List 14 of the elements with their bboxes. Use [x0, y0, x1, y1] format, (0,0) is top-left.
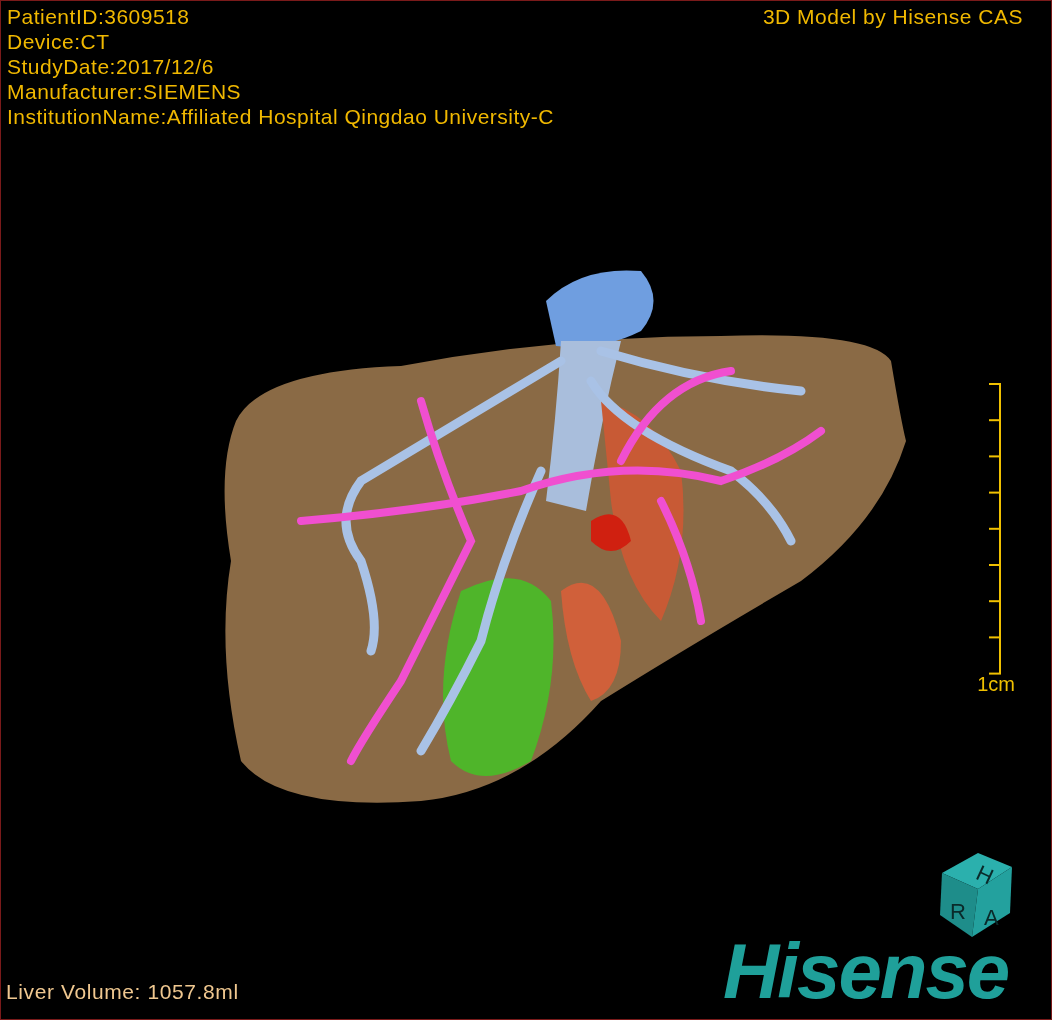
- liver-volume-text: Liver Volume: 1057.8ml: [6, 979, 239, 1005]
- cube-face-label: A: [984, 905, 999, 930]
- orientation-cube-icon[interactable]: [940, 853, 1012, 937]
- viewer-title: 3D Model by Hisense CAS: [762, 4, 1023, 29]
- cube-face-label: R: [950, 899, 966, 924]
- info-text: PatientID:3609518: [7, 4, 191, 29]
- cube-face-label: H: [972, 860, 998, 890]
- brand-logo: Hisense: [723, 929, 1009, 1013]
- scale-bar-icon: [989, 383, 1002, 675]
- scale-label: 1cm: [977, 673, 1015, 695]
- info-text: InstitutionName:Affiliated Hospital Qingdao University-C: [7, 104, 554, 129]
- info-text: Manufacturer:SIEMENS: [7, 79, 243, 104]
- info-text: StudyDate:2017/12/6: [7, 54, 215, 79]
- info-text: Device:CT: [7, 29, 111, 54]
